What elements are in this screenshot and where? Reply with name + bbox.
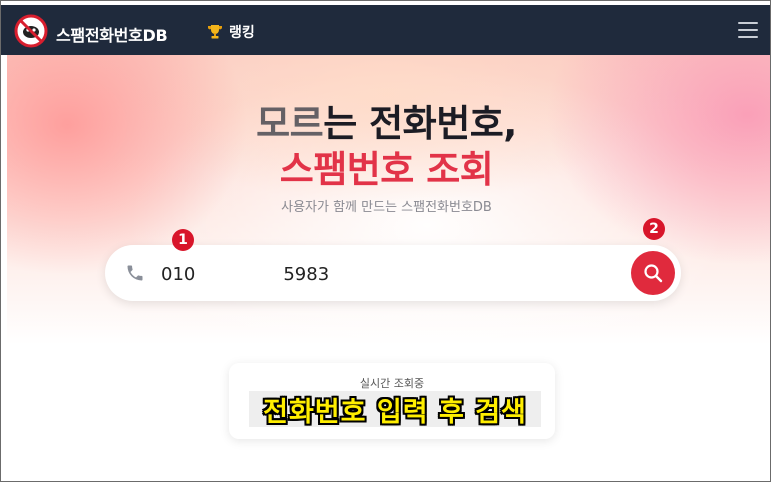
nav-ranking-link[interactable]: 랭킹	[207, 22, 255, 42]
phone-number-prefix: 010	[161, 264, 196, 285]
ranking-label: 랭킹	[229, 25, 255, 41]
phone-number-suffix: 5983	[283, 264, 330, 285]
hero-subtitle: 사용자가 함께 만드는 스팸전화번호DB	[281, 200, 492, 215]
phone-icon	[127, 265, 143, 281]
hamburger-menu-icon[interactable]	[738, 22, 758, 39]
hero-title-line2: 스팸번호 조회	[279, 148, 494, 191]
phone-number-input[interactable]: 010 5983	[161, 262, 329, 288]
search-icon	[644, 264, 663, 283]
top-navbar: 스팸전화번호DB 랭킹	[1, 1, 770, 55]
search-button[interactable]	[631, 251, 675, 295]
phone-search-bar[interactable]: 010 5983	[105, 245, 681, 301]
site-logo-text[interactable]: 스팸전화번호DB	[56, 22, 168, 46]
annotation-badge-1: 1	[172, 229, 194, 251]
annotation-badge-2: 2	[643, 218, 665, 240]
masked-digits	[223, 262, 284, 288]
no-spam-logo-icon[interactable]	[14, 14, 48, 48]
tutorial-caption: 전화번호 입력 후 검색	[249, 391, 541, 428]
trophy-icon	[208, 25, 222, 39]
